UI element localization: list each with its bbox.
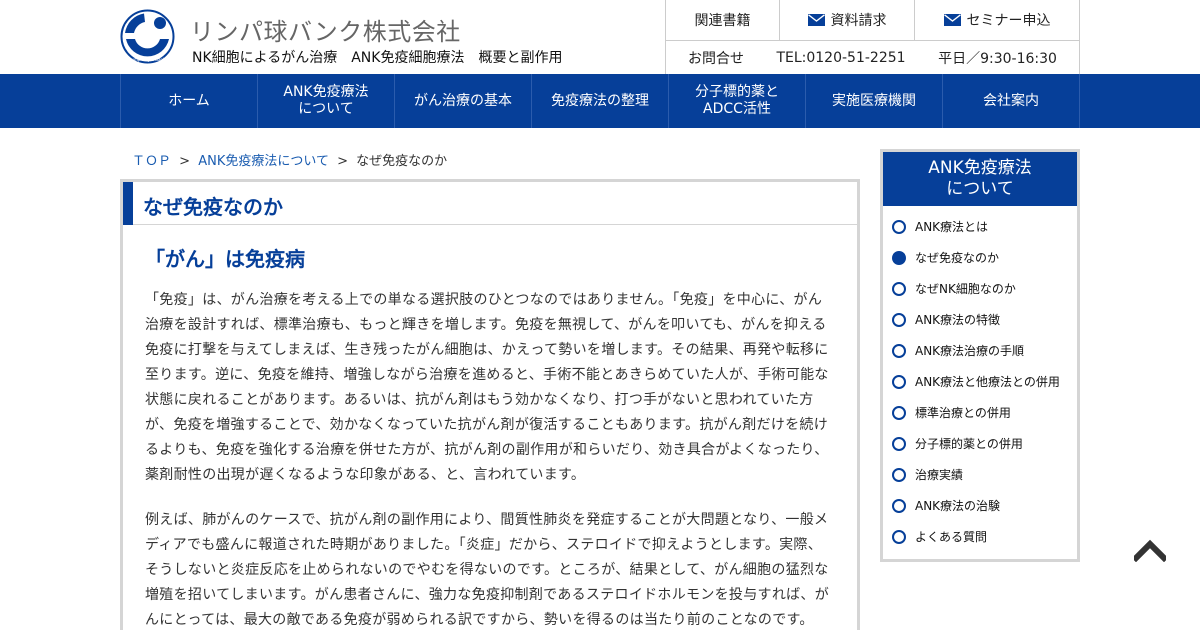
contact-hours: 平日／9:30-16:30	[938, 51, 1057, 67]
back-to-top-chevron-up-icon[interactable]	[1134, 538, 1166, 562]
breadcrumb-top-link[interactable]: ＴＯＰ	[132, 154, 171, 169]
sidebar-item-treatment-procedure[interactable]: ANK療法治療の手順	[883, 335, 1077, 366]
related-books-label: 関連書籍	[694, 13, 751, 29]
contact-label: お問合せ	[688, 51, 744, 67]
circle-bullet-icon	[892, 312, 906, 327]
sidebar-item-label: ANK療法治療の手順	[915, 344, 1025, 358]
site-header: Lymphocyte Bank リンパ球バンク株式会社 NK細胞によるがん治療 …	[0, 0, 1200, 74]
circle-bullet-icon	[892, 343, 906, 358]
document-request-link[interactable]: 資料請求	[780, 0, 915, 40]
title-accent-bar	[123, 182, 133, 225]
sidebar-item-label: 分子標的薬との併用	[915, 437, 1023, 451]
sidebar-item-standard-treatment[interactable]: 標準治療との併用	[883, 397, 1077, 428]
contact-phone[interactable]: TEL:0120-51-2251	[766, 50, 916, 66]
mail-icon	[807, 14, 825, 26]
sidebar-item-label: ANK療法の治験	[915, 499, 1001, 513]
global-nav: ホーム ANK免疫療法 について がん治療の基本 免疫療法の整理 分子標的薬と …	[0, 74, 1200, 128]
sidebar-item-what-is-ank[interactable]: ANK療法とは	[883, 211, 1077, 242]
circle-bullet-icon	[892, 436, 906, 451]
sidebar-item-label: ANK療法とは	[915, 220, 989, 234]
sidebar-item-label: なぜ免疫なのか	[915, 251, 1000, 265]
breadcrumb-separator: >	[179, 154, 191, 169]
related-books-link[interactable]: 関連書籍	[666, 0, 780, 40]
seminar-application-link[interactable]: セミナー申込	[915, 0, 1079, 40]
utility-links: 関連書籍 資料請求 セミナー申込 お問合せ TEL:0120-51-2251 平…	[665, 0, 1080, 74]
breadcrumb: ＴＯＰ > ANK免疫療法について > なぜ免疫なのか	[132, 150, 447, 169]
utility-buttons-row: 関連書籍 資料請求 セミナー申込	[666, 0, 1079, 41]
nav-item-home[interactable]: ホーム	[121, 74, 258, 128]
document-request-label: 資料請求	[830, 13, 887, 29]
nav-item-molecular-targeted-adcc[interactable]: 分子標的薬と ADCC活性	[669, 74, 806, 128]
section-heading: 「がん」は免疫病	[145, 247, 305, 271]
company-logo-icon[interactable]: Lymphocyte Bank	[120, 9, 175, 64]
circle-bullet-icon	[892, 467, 906, 482]
nav-item-ank-therapy[interactable]: ANK免疫療法 について	[258, 74, 395, 128]
circle-bullet-icon	[892, 281, 906, 296]
breadcrumb-current: なぜ免疫なのか	[356, 154, 448, 169]
nav-item-immunotherapy-overview[interactable]: 免疫療法の整理	[532, 74, 669, 128]
sidebar-item-combination-other-therapies[interactable]: ANK療法と他療法との併用	[883, 366, 1077, 397]
circle-bullet-icon	[892, 405, 906, 420]
sidebar-item-why-nk-cells[interactable]: なぜNK細胞なのか	[883, 273, 1077, 304]
sidebar-item-label: なぜNK細胞なのか	[915, 282, 1016, 296]
body-paragraph: 例えば、肺がんのケースで、抗がん剤の副作用により、間質性肺炎を発症することが大問…	[145, 512, 830, 628]
contact-row: お問合せ TEL:0120-51-2251 平日／9:30-16:30	[666, 42, 1079, 74]
sidebar-item-label: よくある質問	[915, 530, 988, 544]
sidebar-list: ANK療法とは なぜ免疫なのか なぜNK細胞なのか ANK療法の特徴 ANK療法…	[883, 211, 1077, 552]
sidebar-item-label: 標準治療との併用	[915, 406, 1011, 420]
sidebar-item-faq[interactable]: よくある質問	[883, 521, 1077, 552]
nav-item-cancer-basics[interactable]: がん治療の基本	[395, 74, 532, 128]
breadcrumb-parent-link[interactable]: ANK免疫療法について	[198, 154, 329, 169]
sidebar-title[interactable]: ANK免疫療法 について	[883, 152, 1077, 206]
breadcrumb-separator: >	[337, 154, 349, 169]
sidebar-item-why-immunity[interactable]: なぜ免疫なのか	[883, 242, 1077, 273]
sidebar-item-label: ANK療法の特徴	[915, 313, 1001, 327]
sidebar-item-clinical-trials[interactable]: ANK療法の治験	[883, 490, 1077, 521]
circle-bullet-icon	[892, 374, 906, 389]
global-nav-items: ホーム ANK免疫療法 について がん治療の基本 免疫療法の整理 分子標的薬と …	[120, 74, 1080, 128]
body-paragraph: 「免疫」は、がん治療を考える上での単なる選択肢のひとつなのではありません。「免疫…	[145, 292, 829, 483]
page-title-bar: なぜ免疫なのか	[123, 182, 857, 225]
logo-text: Lymphocyte Bank	[130, 57, 166, 62]
sidebar-item-treatment-results[interactable]: 治療実績	[883, 459, 1077, 490]
filled-circle-bullet-icon	[892, 250, 906, 265]
circle-bullet-icon	[892, 529, 906, 544]
nav-item-medical-institutions[interactable]: 実施医療機関	[806, 74, 943, 128]
circle-bullet-icon	[892, 219, 906, 234]
main-content: なぜ免疫なのか 「がん」は免疫病 「免疫」は、がん治療を考える上での単なる選択肢…	[120, 179, 860, 630]
sidebar-item-label: ANK療法と他療法との併用	[915, 375, 1060, 389]
nav-item-company[interactable]: 会社案内	[943, 74, 1080, 128]
seminar-application-label: セミナー申込	[966, 13, 1051, 29]
circle-bullet-icon	[892, 498, 906, 513]
sidebar-item-label: 治療実績	[915, 468, 964, 482]
page-title: なぜ免疫なのか	[143, 195, 283, 219]
company-name[interactable]: リンパ球バンク株式会社	[190, 12, 461, 47]
sidebar-menu: ANK免疫療法 について ANK療法とは なぜ免疫なのか なぜNK細胞なのか A…	[880, 149, 1080, 562]
mail-icon	[943, 14, 961, 26]
site-tagline: NK細胞によるがん治療 ANK免疫細胞療法 概要と副作用	[192, 50, 563, 66]
sidebar-item-ank-features[interactable]: ANK療法の特徴	[883, 304, 1077, 335]
sidebar-item-molecular-targeted[interactable]: 分子標的薬との併用	[883, 428, 1077, 459]
